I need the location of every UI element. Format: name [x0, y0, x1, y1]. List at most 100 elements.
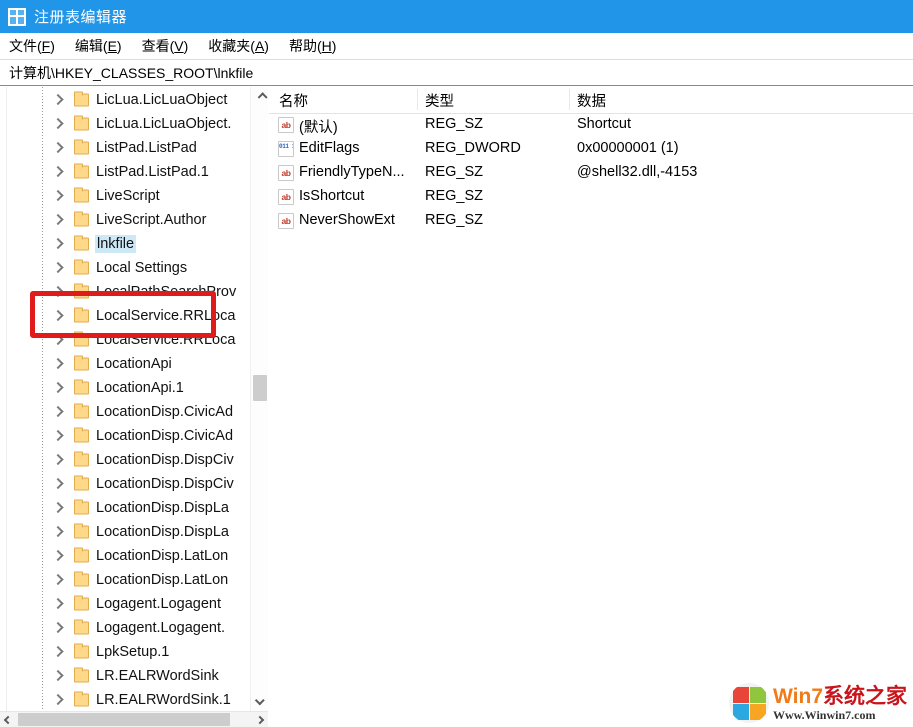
chevron-right-icon[interactable] [52, 263, 63, 274]
folder-icon [74, 403, 89, 419]
tree-item[interactable]: LocationDisp.DispCiv [0, 448, 252, 472]
tree-item[interactable]: LpkSetup.1 [0, 640, 252, 664]
tree-item[interactable]: LicLua.LicLuaObject [0, 88, 252, 112]
column-divider-2[interactable] [569, 89, 570, 110]
tree-item[interactable]: LocalService.RRLoca [0, 328, 252, 352]
chevron-right-icon[interactable] [52, 527, 63, 538]
tree-item[interactable]: LocationDisp.DispLa [0, 496, 252, 520]
menu-view[interactable]: 查看(V) [142, 34, 200, 58]
tree-item-label: LocalService.RRLoca [96, 332, 236, 348]
tree-item-selected[interactable]: lnkfile [0, 232, 252, 256]
tree-item[interactable]: Local Settings [0, 256, 252, 280]
tree-item[interactable]: LocationDisp.DispCiv [0, 472, 252, 496]
tree-item[interactable]: LocationDisp.CivicAd [0, 424, 252, 448]
horizontal-scroll-thumb[interactable] [18, 713, 230, 726]
tree-item[interactable]: LocationDisp.LatLon [0, 568, 252, 592]
tree-item[interactable]: LocationApi.1 [0, 376, 252, 400]
tree-item[interactable]: LocationDisp.LatLon [0, 544, 252, 568]
chevron-right-icon[interactable] [52, 143, 63, 154]
scroll-up-icon[interactable] [251, 87, 269, 105]
chevron-right-icon[interactable] [52, 191, 63, 202]
chevron-right-icon[interactable] [52, 359, 63, 370]
tree-item[interactable]: Logagent.Logagent [0, 592, 252, 616]
menu-edit[interactable]: 编辑(E) [75, 34, 133, 58]
value-type: REG_DWORD [425, 140, 521, 156]
tree-item-label: LocalService.RRLoca [96, 308, 236, 324]
chevron-right-icon[interactable] [52, 407, 63, 418]
folder-icon [74, 235, 89, 251]
chevron-right-icon[interactable] [52, 287, 63, 298]
chevron-right-icon[interactable] [52, 239, 63, 250]
tree-item-label: LocationDisp.LatLon [96, 548, 229, 564]
scroll-right-icon[interactable] [252, 712, 268, 727]
menu-favorites[interactable]: 收藏夹(A) [208, 34, 280, 58]
chevron-right-icon[interactable] [52, 671, 63, 682]
vertical-scroll-thumb[interactable] [253, 375, 267, 401]
value-row[interactable]: ab NeverShowExt REG_SZ [269, 210, 913, 234]
value-data: Shortcut [577, 116, 631, 132]
content-area: LicLua.LicLuaObject LicLua.LicLuaObject. L… [0, 87, 913, 727]
column-header-data[interactable]: 数据 [577, 90, 606, 111]
chevron-right-icon[interactable] [52, 215, 63, 226]
folder-icon [74, 619, 89, 635]
tree-item[interactable]: LR.EALRWordSink.1 [0, 688, 252, 711]
tree-item[interactable]: LiveScript [0, 184, 252, 208]
tree-item[interactable]: LocationDisp.DispLa [0, 520, 252, 544]
column-header-type[interactable]: 类型 [425, 90, 454, 111]
tree-horizontal-scrollbar[interactable] [0, 711, 268, 727]
tree-item[interactable]: LiveScript.Author [0, 208, 252, 232]
folder-icon [74, 283, 89, 299]
tree-item[interactable]: Logagent.Logagent. [0, 616, 252, 640]
tree-item[interactable]: LocalService.RRLoca [0, 304, 252, 328]
menu-help[interactable]: 帮助(H) [289, 34, 347, 58]
value-row[interactable]: ab (默认) REG_SZ Shortcut [269, 114, 913, 138]
tree-item-label: LiveScript [96, 188, 160, 204]
address-bar[interactable]: 计算机\HKEY_CLASSES_ROOT\lnkfile [0, 60, 913, 86]
chevron-right-icon[interactable] [52, 167, 63, 178]
tree-item[interactable]: LocationApi [0, 352, 252, 376]
chevron-right-icon[interactable] [52, 623, 63, 634]
chevron-right-icon[interactable] [52, 383, 63, 394]
chevron-right-icon[interactable] [52, 599, 63, 610]
chevron-right-icon[interactable] [52, 551, 63, 562]
tree-item[interactable]: LocalPathSearchProv [0, 280, 252, 304]
registry-editor-window: 注册表编辑器 文件(F) 编辑(E) 查看(V) 收藏夹(A) 帮助(H) 计算… [0, 0, 913, 727]
tree-vertical-scrollbar[interactable] [250, 87, 268, 711]
value-data: 0x00000001 (1) [577, 140, 679, 156]
registry-editor-icon [8, 7, 26, 26]
column-divider-1[interactable] [417, 89, 418, 110]
tree-item[interactable]: ListPad.ListPad.1 [0, 160, 252, 184]
chevron-right-icon[interactable] [52, 335, 63, 346]
chevron-right-icon[interactable] [52, 695, 63, 706]
folder-icon [74, 595, 89, 611]
value-row[interactable]: 011 110 EditFlags REG_DWORD 0x00000001 (1) [269, 138, 913, 162]
scroll-down-icon[interactable] [251, 693, 269, 711]
chevron-right-icon[interactable] [52, 455, 63, 466]
chevron-right-icon[interactable] [52, 431, 63, 442]
column-header-name[interactable]: 名称 [279, 90, 308, 111]
tree-item[interactable]: LocationDisp.CivicAd [0, 400, 252, 424]
folder-icon [74, 667, 89, 683]
value-row[interactable]: ab IsShortcut REG_SZ [269, 186, 913, 210]
tree-item[interactable]: ListPad.ListPad [0, 136, 252, 160]
tree-item[interactable]: LicLua.LicLuaObject. [0, 112, 252, 136]
scroll-left-icon[interactable] [0, 712, 16, 727]
tree-item[interactable]: LR.EALRWordSink [0, 664, 252, 688]
chevron-right-icon[interactable] [52, 575, 63, 586]
value-row[interactable]: ab FriendlyTypeN... REG_SZ @shell32.dll,-41… [269, 162, 913, 186]
folder-icon [74, 259, 89, 275]
registry-tree-list: LicLua.LicLuaObject LicLua.LicLuaObject. L… [0, 88, 252, 711]
string-value-icon: ab [278, 189, 294, 205]
chevron-right-icon[interactable] [52, 647, 63, 658]
chevron-right-icon[interactable] [52, 95, 63, 106]
tree-item-label: LicLua.LicLuaObject [96, 92, 228, 108]
folder-icon [74, 691, 89, 707]
menu-file[interactable]: 文件(F) [9, 34, 66, 58]
value-type: REG_SZ [425, 116, 484, 132]
chevron-right-icon[interactable] [52, 479, 63, 490]
chevron-right-icon[interactable] [52, 311, 63, 322]
chevron-right-icon[interactable] [52, 119, 63, 130]
folder-icon [74, 547, 89, 563]
tree-item-label: LocationDisp.CivicAd [96, 428, 234, 444]
chevron-right-icon[interactable] [52, 503, 63, 514]
